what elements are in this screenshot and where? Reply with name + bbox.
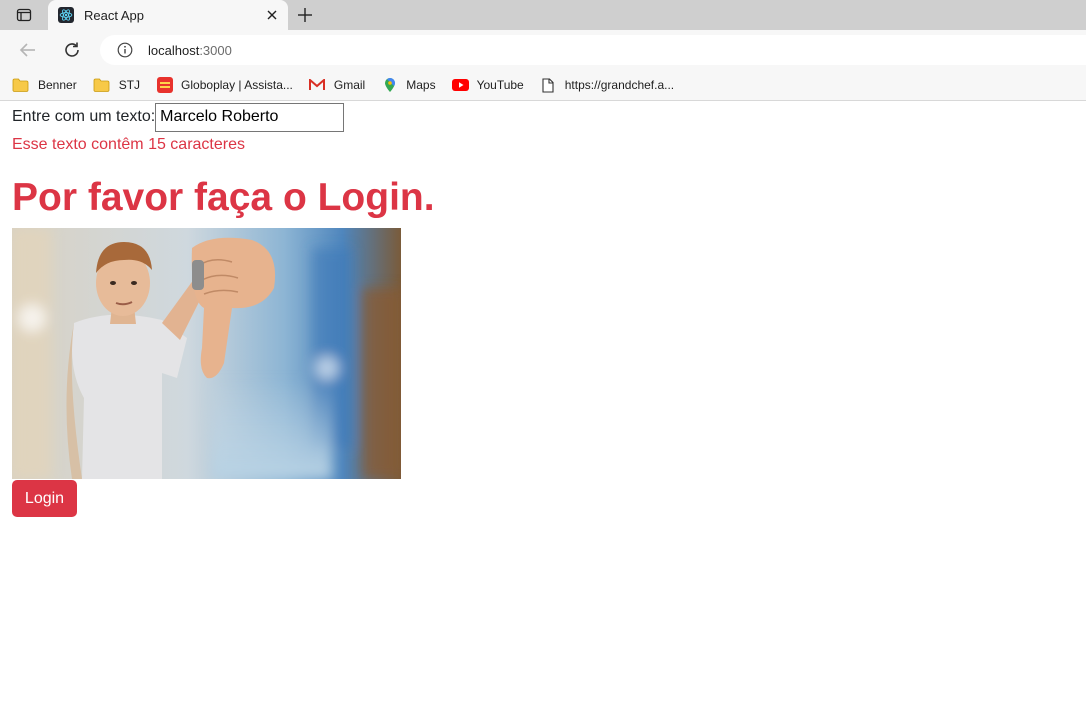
page-icon bbox=[540, 77, 557, 94]
bookmark-label: Maps bbox=[406, 78, 436, 92]
close-tab-icon[interactable] bbox=[264, 7, 280, 23]
char-count-message: Esse texto contêm 15 caracteres bbox=[12, 136, 245, 153]
tab-strip: React App bbox=[0, 0, 1086, 30]
bookmark-label: YouTube bbox=[476, 78, 524, 92]
page-title: Por favor faça o Login. bbox=[12, 176, 435, 219]
bookmarks-bar: Benner STJ Globoplay | Assista... Gmail … bbox=[0, 70, 1086, 101]
bookmark-maps[interactable]: Maps bbox=[381, 74, 436, 96]
bookmark-stj[interactable]: STJ bbox=[93, 74, 140, 96]
tab-react-app[interactable]: React App bbox=[48, 0, 288, 30]
text-input-row: Entre com um texto: bbox=[12, 102, 345, 132]
react-icon bbox=[58, 7, 74, 23]
address-port: :3000 bbox=[199, 42, 232, 58]
gmail-icon bbox=[309, 77, 326, 94]
maps-icon bbox=[381, 77, 398, 94]
text-input[interactable] bbox=[155, 102, 345, 132]
login-button[interactable]: Login bbox=[12, 480, 77, 517]
bookmark-benner[interactable]: Benner bbox=[12, 74, 77, 96]
site-info-icon[interactable] bbox=[116, 41, 134, 59]
bookmark-gmail[interactable]: Gmail bbox=[309, 74, 365, 96]
folder-icon bbox=[93, 77, 110, 94]
tab-title: React App bbox=[84, 7, 144, 23]
bookmark-label: Gmail bbox=[333, 78, 366, 92]
bookmark-youtube[interactable]: YouTube bbox=[451, 74, 524, 96]
new-tab-button[interactable] bbox=[294, 4, 316, 26]
folder-icon bbox=[12, 77, 29, 94]
bookmark-grandchef[interactable]: https://grandchef.a... bbox=[540, 74, 674, 96]
input-label: Entre com um texto: bbox=[12, 108, 156, 125]
bookmark-globoplay[interactable]: Globoplay | Assista... bbox=[156, 74, 293, 96]
bookmark-label: STJ bbox=[118, 78, 141, 92]
page-content: Entre com um texto: Esse texto contêm 15… bbox=[0, 102, 1086, 719]
browser-toolbar: localhost:3000 bbox=[0, 30, 1086, 70]
bookmark-label: Globoplay | Assista... bbox=[181, 78, 293, 92]
tab-actions-icon[interactable] bbox=[8, 4, 40, 26]
address-host: localhost bbox=[148, 42, 200, 58]
address-bar[interactable]: localhost:3000 bbox=[100, 35, 1086, 65]
bookmark-label: https://grandchef.a... bbox=[564, 78, 675, 92]
thumbs-down-photo bbox=[12, 228, 401, 479]
youtube-icon bbox=[451, 77, 469, 94]
back-arrow-icon[interactable] bbox=[16, 38, 40, 62]
bookmark-label: Benner bbox=[38, 78, 77, 92]
reload-icon[interactable] bbox=[60, 38, 84, 62]
globoplay-icon bbox=[156, 77, 173, 94]
